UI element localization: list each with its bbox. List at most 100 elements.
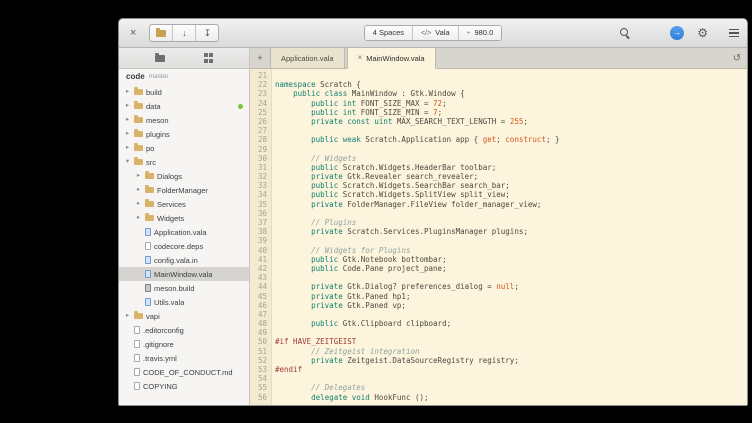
search-icon[interactable] — [620, 28, 631, 39]
expand-arrow-icon[interactable]: ▸ — [135, 201, 142, 208]
code-line: 48 public Gtk.Clipboard clipboard; — [250, 319, 747, 328]
main-area: + Application.vala×MainWindow.vala ↺ 212… — [250, 48, 747, 405]
line-number: 29 — [250, 145, 271, 154]
line-number: 36 — [250, 209, 271, 218]
line-number: 25 — [250, 108, 271, 117]
tree-item-plugins[interactable]: ▸ plugins — [119, 127, 249, 141]
file-icon — [145, 242, 151, 250]
tree-item-src[interactable]: ▾src — [119, 155, 249, 169]
save-as-button[interactable]: ↧ — [196, 25, 218, 41]
code-line: 54 — [250, 374, 747, 383]
tree-item-FolderManager[interactable]: ▸FolderManager — [119, 183, 249, 197]
code-line: 39 — [250, 236, 747, 245]
history-icon[interactable]: ↺ — [727, 48, 747, 68]
tab-Application.vala[interactable]: Application.vala — [270, 48, 345, 68]
code-text: // Plugins — [271, 218, 356, 227]
gear-icon[interactable]: ⚙ — [697, 27, 708, 39]
line-number: 27 — [250, 126, 271, 135]
tree-item-Services[interactable]: ▸ Services — [119, 197, 249, 211]
line-number: 44 — [250, 282, 271, 291]
tree-item-Application.vala[interactable]: Application.vala — [119, 225, 249, 239]
menu-icon[interactable] — [729, 29, 739, 38]
tree-item-.travis.yml[interactable]: .travis.yml — [119, 351, 249, 365]
tab-close-icon[interactable]: × — [358, 54, 363, 62]
tree-item-meson[interactable]: ▸meson — [119, 113, 249, 127]
save-button[interactable]: ↓ — [173, 25, 196, 41]
code-text: #if HAVE_ZEITGEIST — [271, 337, 356, 346]
language-button[interactable]: </> Vala — [413, 26, 459, 40]
code-text: public Code.Pane project_pane; — [271, 264, 447, 273]
expand-arrow-icon[interactable]: ▸ — [124, 89, 131, 96]
line-number: 55 — [250, 383, 271, 392]
tree-item-CODE_OF_CONDUCT.md[interactable]: CODE_OF_CONDUCT.md — [119, 365, 249, 379]
code-line: 31 public Scratch.Widgets.HeaderBar tool… — [250, 163, 747, 172]
tab-bar: + Application.vala×MainWindow.vala ↺ — [250, 48, 747, 69]
tree-item-MainWindow.vala[interactable]: MainWindow.vala — [119, 267, 249, 281]
line-number: 53 — [250, 365, 271, 374]
line-number: 48 — [250, 319, 271, 328]
tree-item-Widgets[interactable]: ▸Widgets — [119, 211, 249, 225]
code-editor[interactable]: 2122namespace Scratch {23 public class M… — [250, 69, 747, 405]
tree-item-label: Services — [157, 200, 186, 209]
tree-item-label: meson.build — [154, 284, 194, 293]
line-number: 32 — [250, 172, 271, 181]
tree-item-.editorconfig[interactable]: .editorconfig — [119, 323, 249, 337]
tree-item-label: po — [146, 144, 154, 153]
goto-line-button[interactable]: ÷ 980.0 — [459, 26, 502, 40]
tree-item-config.vala.in[interactable]: config.vala.in — [119, 253, 249, 267]
tree-item-label: plugins — [146, 130, 170, 139]
project-header[interactable]: code master — [119, 69, 249, 84]
code-text: public Gtk.Clipboard clipboard; — [271, 319, 451, 328]
code-text — [271, 328, 275, 337]
tab-strip: Application.vala×MainWindow.vala — [268, 48, 436, 68]
window-close-button[interactable]: × — [127, 26, 139, 41]
code-line: 55 // Delegates — [250, 383, 747, 392]
tree-item-label: .editorconfig — [143, 326, 184, 335]
expand-arrow-icon[interactable]: ▸ — [124, 103, 131, 110]
code-line: 32 private Gtk.Revealer search_revealer; — [250, 172, 747, 181]
code-line: 35 private FolderManager.FileView folder… — [250, 200, 747, 209]
folder-icon — [145, 215, 154, 221]
tab-MainWindow.vala[interactable]: ×MainWindow.vala — [347, 48, 436, 69]
code-line: 28 public weak Scratch.Application app {… — [250, 135, 747, 144]
collapse-arrow-icon[interactable]: ▾ — [124, 159, 131, 166]
code-text: // Widgets — [271, 154, 356, 163]
tree-item-COPYING[interactable]: COPYING — [119, 379, 249, 393]
code-line: 52 private Zeitgeist.DataSourceRegistry … — [250, 356, 747, 365]
expand-arrow-icon[interactable]: ▸ — [124, 313, 131, 320]
goto-line-label: 980.0 — [474, 29, 493, 37]
expand-arrow-icon[interactable]: ▸ — [124, 117, 131, 124]
tree-item-Utils.vala[interactable]: Utils.vala — [119, 295, 249, 309]
code-text: public Scratch.Widgets.SearchBar search_… — [271, 181, 510, 190]
line-number: 37 — [250, 218, 271, 227]
line-number: 38 — [250, 227, 271, 236]
expand-arrow-icon[interactable]: ▸ — [124, 131, 131, 138]
code-text: private Zeitgeist.DataSourceRegistry reg… — [271, 356, 519, 365]
code-line: 51 // Zeitgeist integration — [250, 347, 747, 356]
tree-item-build[interactable]: ▸build — [119, 85, 249, 99]
headerbar: × ↓ ↧ 4 Spaces </> Vala — [119, 19, 747, 48]
tree-item-po[interactable]: ▸ po — [119, 141, 249, 155]
line-number: 33 — [250, 181, 271, 190]
expand-arrow-icon[interactable]: ▸ — [135, 215, 142, 222]
tree-item-.gitignore[interactable]: .gitignore — [119, 337, 249, 351]
open-folder-button[interactable] — [150, 25, 173, 41]
code-icon: </> — [421, 30, 431, 37]
project-view-button[interactable] — [155, 49, 165, 67]
tree-item-meson.build[interactable]: meson.build — [119, 281, 249, 295]
new-tab-button[interactable]: + — [252, 48, 268, 68]
share-button[interactable]: → — [670, 26, 684, 40]
tree-item-vapi[interactable]: ▸vapi — [119, 309, 249, 323]
indentation-button[interactable]: 4 Spaces — [365, 26, 413, 40]
tree-item-Dialogs[interactable]: ▸Dialogs — [119, 169, 249, 183]
code-line: 50#if HAVE_ZEITGEIST — [250, 337, 747, 346]
code-line: 22namespace Scratch { — [250, 80, 747, 89]
tree-item-data[interactable]: ▸data — [119, 99, 249, 113]
expand-arrow-icon[interactable]: ▸ — [124, 145, 131, 152]
expand-arrow-icon[interactable]: ▸ — [135, 187, 142, 194]
language-label: Vala — [435, 29, 449, 37]
expand-arrow-icon[interactable]: ▸ — [135, 173, 142, 180]
grid-view-icon[interactable] — [204, 53, 214, 63]
code-line: 46 private Gtk.Paned vp; — [250, 301, 747, 310]
tree-item-codecore.deps[interactable]: codecore.deps — [119, 239, 249, 253]
